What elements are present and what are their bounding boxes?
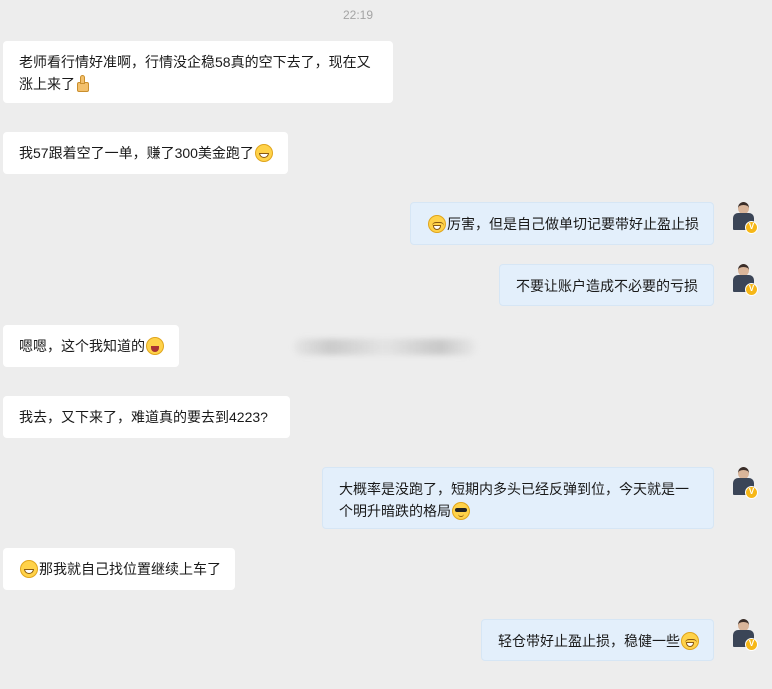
avatar[interactable]: V — [732, 467, 758, 499]
message-text: 不要让账户造成不必要的亏损 — [516, 278, 698, 294]
message-bubble-sent[interactable]: 厉害，但是自己做单切记要带好止盈止损 — [410, 202, 714, 245]
verified-badge-icon: V — [745, 221, 758, 234]
laugh-emoji-icon — [146, 337, 164, 355]
message-text: 老师看行情好准啊，行情没企稳58真的空下去了，现在又涨上来了 — [19, 54, 371, 92]
verified-badge-icon: V — [745, 283, 758, 296]
sunglasses-emoji-icon — [452, 502, 470, 520]
blurred-watermark — [294, 339, 476, 355]
verified-badge-icon: V — [745, 486, 758, 499]
message-bubble-sent[interactable]: 不要让账户造成不必要的亏损 — [499, 264, 714, 306]
message-text: 我去，又下来了，难道真的要去到4223? — [19, 409, 268, 425]
grin-emoji-icon — [254, 144, 273, 162]
message-timestamp: 22:19 — [342, 8, 374, 22]
message-bubble-received[interactable]: 我57跟着空了一单，赚了300美金跑了 — [3, 132, 288, 174]
thumbs-up-icon — [76, 75, 90, 92]
avatar[interactable]: V — [732, 264, 758, 296]
tears-of-joy-emoji-icon — [681, 632, 699, 650]
avatar[interactable]: V — [732, 619, 758, 651]
message-bubble-sent[interactable]: 轻仓带好止盈止损，稳健一些 — [481, 619, 714, 661]
message-bubble-sent[interactable]: 大概率是没跑了，短期内多头已经反弹到位，今天就是一个明升暗跌的格局 — [322, 467, 714, 529]
message-text: 大概率是没跑了，短期内多头已经反弹到位，今天就是一个明升暗跌的格局 — [339, 481, 689, 519]
message-text: 厉害，但是自己做单切记要带好止盈止损 — [447, 216, 699, 232]
tears-of-joy-emoji-icon — [428, 215, 446, 233]
message-bubble-received[interactable]: 我去，又下来了，难道真的要去到4223? — [3, 396, 290, 438]
message-text: 我57跟着空了一单，赚了300美金跑了 — [19, 145, 254, 161]
message-bubble-received[interactable]: 嗯嗯，这个我知道的 — [3, 325, 179, 367]
avatar[interactable]: V — [732, 202, 758, 234]
message-bubble-received[interactable]: 老师看行情好准啊，行情没企稳58真的空下去了，现在又涨上来了 — [3, 41, 393, 103]
message-text: 轻仓带好止盈止损，稳健一些 — [498, 633, 680, 649]
grin-emoji-icon — [20, 560, 38, 578]
message-text: 嗯嗯，这个我知道的 — [19, 338, 145, 354]
message-text: 那我就自己找位置继续上车了 — [39, 561, 221, 577]
message-bubble-received[interactable]: 那我就自己找位置继续上车了 — [3, 548, 235, 590]
verified-badge-icon: V — [745, 638, 758, 651]
